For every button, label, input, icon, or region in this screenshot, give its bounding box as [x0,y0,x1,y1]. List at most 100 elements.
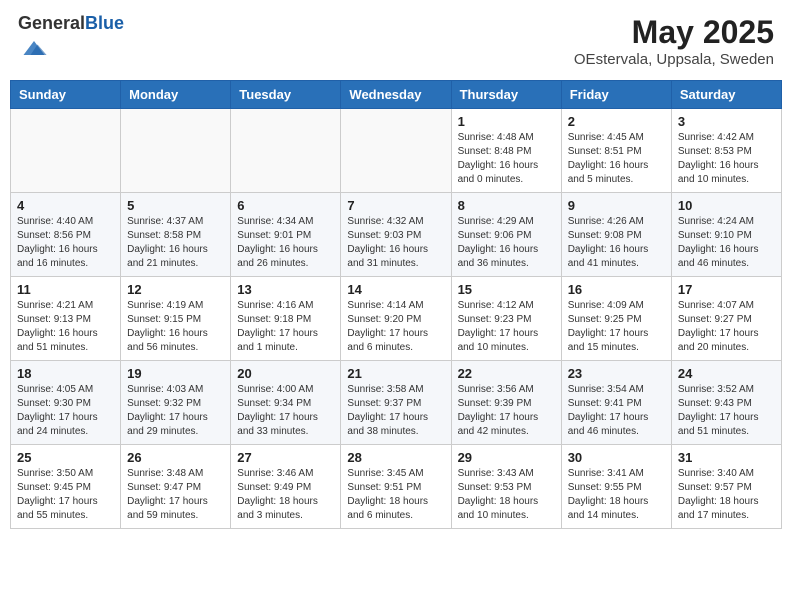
day-number: 11 [17,282,114,297]
month-title: May 2025 [574,14,774,51]
day-info: Sunrise: 3:41 AMSunset: 9:55 PMDaylight:… [568,467,665,523]
day-info: Sunrise: 3:50 AMSunset: 9:45 PMDaylight:… [17,467,114,523]
day-number: 30 [568,450,665,465]
weekday-header-thursday: Thursday [451,81,561,109]
calendar-cell: 30 Sunrise: 3:41 AMSunset: 9:55 PMDayligh… [561,445,671,529]
weekday-header-tuesday: Tuesday [231,81,341,109]
day-number: 18 [17,366,114,381]
calendar-week-row: 18 Sunrise: 4:05 AMSunset: 9:30 PMDayligh… [11,361,782,445]
calendar-cell: 11Sunrise: 4:21 AMSunset: 9:13 PMDayligh… [11,277,121,361]
day-number: 9 [568,198,665,213]
calendar-cell: 28 Sunrise: 3:45 AMSunset: 9:51 PMDayligh… [341,445,451,529]
day-info: Sunrise: 4:00 AMSunset: 9:34 PMDaylight:… [237,383,334,439]
calendar-cell: 12 Sunrise: 4:19 AMSunset: 9:15 PMDayligh… [121,277,231,361]
day-info: Sunrise: 3:54 AMSunset: 9:41 PMDaylight:… [568,383,665,439]
calendar-week-row: 4Sunrise: 4:40 AMSunset: 8:56 PMDaylight… [11,193,782,277]
calendar-cell: 25 Sunrise: 3:50 AMSunset: 9:45 PMDayligh… [11,445,121,529]
calendar-cell: 17 Sunrise: 4:07 AMSunset: 9:27 PMDayligh… [671,277,781,361]
weekday-header-sunday: Sunday [11,81,121,109]
day-info: Sunrise: 4:45 AMSunset: 8:51 PMDaylight:… [568,131,665,187]
day-info: Sunrise: 3:56 AMSunset: 9:39 PMDaylight:… [458,383,555,439]
calendar-cell [341,109,451,193]
calendar-week-row: 1Sunrise: 4:48 AMSunset: 8:48 PMDaylight… [11,109,782,193]
day-number: 22 [458,366,555,381]
logo: GeneralBlue [18,14,124,67]
weekday-header-monday: Monday [121,81,231,109]
day-number: 17 [678,282,775,297]
calendar-week-row: 11Sunrise: 4:21 AMSunset: 9:13 PMDayligh… [11,277,782,361]
calendar-cell: 3Sunrise: 4:42 AMSunset: 8:53 PMDaylight… [671,109,781,193]
weekday-header-friday: Friday [561,81,671,109]
calendar-cell: 20Sunrise: 4:00 AMSunset: 9:34 PMDayligh… [231,361,341,445]
day-number: 31 [678,450,775,465]
calendar-cell: 23Sunrise: 3:54 AMSunset: 9:41 PMDayligh… [561,361,671,445]
day-info: Sunrise: 4:37 AMSunset: 8:58 PMDaylight:… [127,215,224,271]
calendar-week-row: 25 Sunrise: 3:50 AMSunset: 9:45 PMDayligh… [11,445,782,529]
day-number: 3 [678,114,775,129]
day-info: Sunrise: 4:34 AMSunset: 9:01 PMDaylight:… [237,215,334,271]
day-number: 19 [127,366,224,381]
calendar-cell: 13 Sunrise: 4:16 AMSunset: 9:18 PMDayligh… [231,277,341,361]
calendar-cell: 15Sunrise: 4:12 AMSunset: 9:23 PMDayligh… [451,277,561,361]
day-info: Sunrise: 3:48 AMSunset: 9:47 PMDaylight:… [127,467,224,523]
day-info: Sunrise: 4:14 AMSunset: 9:20 PMDaylight:… [347,299,444,355]
weekday-header-row: SundayMondayTuesdayWednesdayThursdayFrid… [11,81,782,109]
location-title: OEstervala, Uppsala, Sweden [574,51,774,68]
day-number: 16 [568,282,665,297]
title-block: May 2025 OEstervala, Uppsala, Sweden [574,14,774,68]
day-info: Sunrise: 4:32 AMSunset: 9:03 PMDaylight:… [347,215,444,271]
day-number: 29 [458,450,555,465]
weekday-header-saturday: Saturday [671,81,781,109]
day-number: 10 [678,198,775,213]
calendar-cell: 27 Sunrise: 3:46 AMSunset: 9:49 PMDayligh… [231,445,341,529]
calendar-cell: 9 Sunrise: 4:26 AMSunset: 9:08 PMDaylight… [561,193,671,277]
day-number: 13 [237,282,334,297]
calendar-cell: 10 Sunrise: 4:24 AMSunset: 9:10 PMDayligh… [671,193,781,277]
calendar-cell: 31Sunrise: 3:40 AMSunset: 9:57 PMDayligh… [671,445,781,529]
day-info: Sunrise: 4:03 AMSunset: 9:32 PMDaylight:… [127,383,224,439]
day-info: Sunrise: 3:58 AMSunset: 9:37 PMDaylight:… [347,383,444,439]
day-number: 8 [458,198,555,213]
day-info: Sunrise: 4:05 AMSunset: 9:30 PMDaylight:… [17,383,114,439]
day-number: 5 [127,198,224,213]
day-info: Sunrise: 3:43 AMSunset: 9:53 PMDaylight:… [458,467,555,523]
day-info: Sunrise: 3:46 AMSunset: 9:49 PMDaylight:… [237,467,334,523]
day-number: 7 [347,198,444,213]
day-info: Sunrise: 3:45 AMSunset: 9:51 PMDaylight:… [347,467,444,523]
calendar-cell: 5 Sunrise: 4:37 AMSunset: 8:58 PMDaylight… [121,193,231,277]
day-number: 27 [237,450,334,465]
calendar-cell: 24Sunrise: 3:52 AMSunset: 9:43 PMDayligh… [671,361,781,445]
calendar-cell [11,109,121,193]
calendar-cell: 2Sunrise: 4:45 AMSunset: 8:51 PMDaylight… [561,109,671,193]
logo-blue-text: Blue [85,13,124,33]
day-info: Sunrise: 4:24 AMSunset: 9:10 PMDaylight:… [678,215,775,271]
day-info: Sunrise: 4:26 AMSunset: 9:08 PMDaylight:… [568,215,665,271]
day-number: 25 [17,450,114,465]
calendar-cell: 16 Sunrise: 4:09 AMSunset: 9:25 PMDayligh… [561,277,671,361]
day-info: Sunrise: 4:07 AMSunset: 9:27 PMDaylight:… [678,299,775,355]
calendar-cell: 14 Sunrise: 4:14 AMSunset: 9:20 PMDayligh… [341,277,451,361]
day-info: Sunrise: 4:16 AMSunset: 9:18 PMDaylight:… [237,299,334,355]
calendar-cell: 22 Sunrise: 3:56 AMSunset: 9:39 PMDayligh… [451,361,561,445]
day-info: Sunrise: 4:19 AMSunset: 9:15 PMDaylight:… [127,299,224,355]
day-number: 14 [347,282,444,297]
page-header: GeneralBlue May 2025 OEstervala, Uppsala… [10,10,782,72]
calendar-cell: 26Sunrise: 3:48 AMSunset: 9:47 PMDayligh… [121,445,231,529]
calendar-cell: 19 Sunrise: 4:03 AMSunset: 9:32 PMDayligh… [121,361,231,445]
day-info: Sunrise: 4:12 AMSunset: 9:23 PMDaylight:… [458,299,555,355]
calendar-table: SundayMondayTuesdayWednesdayThursdayFrid… [10,80,782,529]
day-number: 28 [347,450,444,465]
calendar-cell: 8Sunrise: 4:29 AMSunset: 9:06 PMDaylight… [451,193,561,277]
calendar-cell [121,109,231,193]
day-number: 12 [127,282,224,297]
calendar-cell: 6Sunrise: 4:34 AMSunset: 9:01 PMDaylight… [231,193,341,277]
logo-general-text: General [18,13,85,33]
calendar-cell: 21Sunrise: 3:58 AMSunset: 9:37 PMDayligh… [341,361,451,445]
day-info: Sunrise: 3:52 AMSunset: 9:43 PMDaylight:… [678,383,775,439]
calendar-cell: 29 Sunrise: 3:43 AMSunset: 9:53 PMDayligh… [451,445,561,529]
calendar-cell: 1Sunrise: 4:48 AMSunset: 8:48 PMDaylight… [451,109,561,193]
calendar-cell [231,109,341,193]
calendar-cell: 7 Sunrise: 4:32 AMSunset: 9:03 PMDaylight… [341,193,451,277]
weekday-header-wednesday: Wednesday [341,81,451,109]
day-info: Sunrise: 4:09 AMSunset: 9:25 PMDaylight:… [568,299,665,355]
